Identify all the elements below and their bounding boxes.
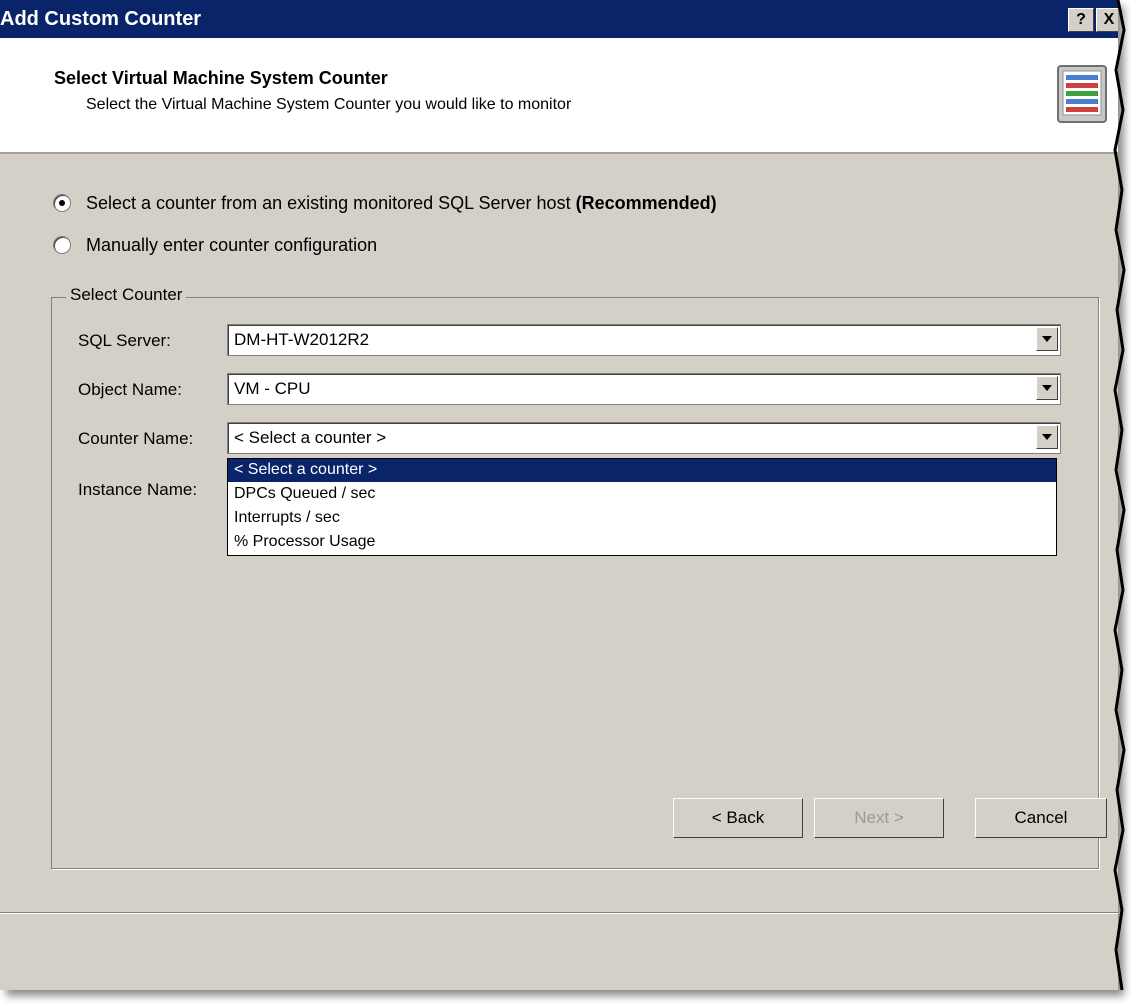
sql-server-label: SQL Server: bbox=[78, 331, 171, 350]
cancel-button[interactable]: Cancel bbox=[975, 798, 1107, 838]
counter-wizard-icon bbox=[1057, 65, 1107, 123]
sql-server-value: DM-HT-W2012R2 bbox=[234, 330, 370, 349]
list-item[interactable]: % Processor Usage bbox=[228, 531, 1056, 554]
chevron-down-icon[interactable] bbox=[1036, 425, 1058, 449]
next-button[interactable]: Next > bbox=[814, 798, 944, 838]
instance-name-label: Instance Name: bbox=[78, 480, 198, 499]
radio-existing-counter[interactable] bbox=[53, 194, 71, 212]
list-item[interactable]: < Select a counter > bbox=[228, 459, 1056, 482]
radio-manual-label[interactable]: Manually enter counter configuration bbox=[86, 235, 377, 256]
list-item[interactable]: DPCs Queued / sec bbox=[228, 483, 1056, 506]
list-item[interactable]: Interrupts / sec bbox=[228, 507, 1056, 530]
counter-name-label: Counter Name: bbox=[78, 429, 194, 448]
object-name-combo[interactable]: VM - CPU bbox=[227, 373, 1061, 405]
chevron-down-icon[interactable] bbox=[1036, 327, 1058, 351]
help-button[interactable]: ? bbox=[1068, 8, 1094, 32]
counter-name-value: < Select a counter > bbox=[234, 428, 387, 447]
page-title: Select Virtual Machine System Counter bbox=[54, 68, 388, 88]
back-button[interactable]: < Back bbox=[673, 798, 803, 838]
page-subtitle: Select the Virtual Machine System Counte… bbox=[86, 96, 572, 113]
chevron-down-icon[interactable] bbox=[1036, 376, 1058, 400]
add-custom-counter-dialog: Add Custom Counter ? X Select Virtual Ma… bbox=[0, 0, 1118, 990]
recommended-label: (Recommended) bbox=[575, 193, 717, 213]
radio-existing-label[interactable]: Select a counter from an existing monito… bbox=[86, 193, 717, 214]
torn-edge-decoration bbox=[1113, 0, 1126, 991]
radio-manual-entry[interactable] bbox=[53, 236, 71, 254]
sql-server-combo[interactable]: DM-HT-W2012R2 bbox=[227, 324, 1061, 356]
object-name-label: Object Name: bbox=[78, 380, 182, 399]
window-title: Add Custom Counter bbox=[0, 8, 202, 30]
wizard-header: Select Virtual Machine System Counter Se… bbox=[0, 38, 1118, 154]
radio-selected-dot bbox=[59, 200, 65, 206]
counter-name-combo[interactable]: < Select a counter > bbox=[227, 422, 1061, 454]
title-bar[interactable]: Add Custom Counter ? X bbox=[0, 0, 1118, 38]
object-name-value: VM - CPU bbox=[234, 379, 311, 398]
group-legend: Select Counter bbox=[66, 285, 187, 305]
counter-dropdown-list[interactable]: < Select a counter > DPCs Queued / sec I… bbox=[227, 458, 1057, 556]
footer-separator bbox=[0, 912, 1118, 914]
